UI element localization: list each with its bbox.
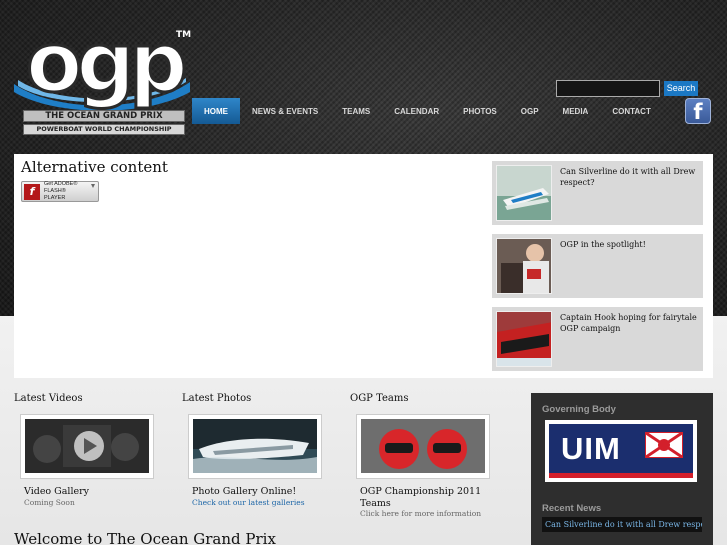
video-gallery-status: Coming Soon	[24, 498, 75, 507]
video-gallery-card[interactable]	[20, 414, 154, 479]
news-title[interactable]: Captain Hook hoping for fairytale OGP ca…	[560, 312, 698, 334]
photo-gallery-link[interactable]: Check out our latest galleries	[192, 498, 305, 507]
search-button[interactable]: Search	[664, 81, 698, 96]
logo-tagline: THE OCEAN GRAND PRIX	[23, 110, 185, 122]
site-logo[interactable]: ogp TM THE OCEAN GRAND PRIX POWERBOAT WO…	[14, 15, 192, 138]
news-title[interactable]: OGP in the spotlight!	[560, 239, 698, 250]
governing-body-title: Governing Body	[542, 404, 616, 415]
flash-icon: f	[24, 183, 40, 200]
facebook-icon[interactable]: f	[685, 98, 711, 124]
feature-title: Alternative content	[21, 158, 168, 176]
nav-item-home[interactable]: HOME	[192, 98, 240, 124]
nav-item-news-events[interactable]: NEWS & EVENTS	[240, 98, 330, 124]
latest-photos-heading: Latest Photos	[182, 393, 252, 404]
news-item[interactable]: OGP in the spotlight!	[492, 234, 703, 298]
nav-item-photos[interactable]: PHOTOS	[451, 98, 509, 124]
photo-gallery-card[interactable]	[188, 414, 322, 479]
ogp-teams-more[interactable]: Click here for more information	[360, 509, 481, 518]
nav-item-media[interactable]: MEDIA	[551, 98, 601, 124]
ogp-teams-label[interactable]: OGP Championship 2011 Teams	[360, 486, 490, 510]
uim-banner: UIM	[549, 424, 693, 478]
logo-trademark: TM	[176, 30, 192, 40]
news-thumbnail	[496, 238, 552, 294]
download-arrow-icon	[91, 184, 95, 188]
flash-badge-line1: Get ADOBE®	[44, 181, 78, 187]
nav-item-ogp[interactable]: OGP	[509, 98, 551, 124]
ogp-teams-heading: OGP Teams	[350, 393, 409, 404]
ogp-teams-card[interactable]	[356, 414, 490, 479]
welcome-heading: Welcome to The Ocean Grand Prix	[14, 530, 276, 545]
news-item[interactable]: Captain Hook hoping for fairytale OGP ca…	[492, 307, 703, 371]
video-thumbnail	[25, 419, 149, 473]
recent-news-link[interactable]: Can Silverline do it with all Drew respe…	[542, 517, 702, 532]
uim-text: UIM	[561, 431, 621, 466]
search-input[interactable]	[556, 80, 660, 97]
latest-videos-heading: Latest Videos	[14, 393, 83, 404]
news-title[interactable]: Can Silverline do it with all Drew respe…	[560, 166, 698, 188]
main-nav: HOME NEWS & EVENTS TEAMS CALENDAR PHOTOS…	[192, 98, 682, 124]
teams-thumbnail	[361, 419, 485, 473]
get-flash-player-button[interactable]: f Get ADOBE® FLASH® PLAYER	[21, 181, 99, 202]
right-sidebar: Governing Body UIM Recent News Can Silve…	[531, 393, 713, 545]
flash-badge-line2: FLASH® PLAYER	[44, 188, 66, 201]
photo-thumbnail	[193, 419, 317, 473]
uim-logo[interactable]: UIM	[545, 420, 697, 482]
logo-wordmark: ogp	[25, 15, 190, 113]
logo-subtagline: POWERBOAT WORLD CHAMPIONSHIP	[23, 124, 185, 135]
news-item[interactable]: Can Silverline do it with all Drew respe…	[492, 161, 703, 225]
video-gallery-label[interactable]: Video Gallery	[24, 486, 89, 498]
photo-gallery-label[interactable]: Photo Gallery Online!	[192, 486, 296, 498]
nav-item-teams[interactable]: TEAMS	[330, 98, 382, 124]
uim-flag-icon	[645, 431, 683, 459]
nav-item-contact[interactable]: CONTACT	[600, 98, 663, 124]
feature-panel: Alternative content f Get ADOBE® FLASH® …	[14, 154, 713, 378]
recent-news-title: Recent News	[542, 503, 602, 514]
news-thumbnail	[496, 311, 552, 367]
nav-item-calendar[interactable]: CALENDAR	[382, 98, 451, 124]
news-thumbnail	[496, 165, 552, 221]
flash-badge-text: Get ADOBE® FLASH® PLAYER	[44, 181, 84, 202]
